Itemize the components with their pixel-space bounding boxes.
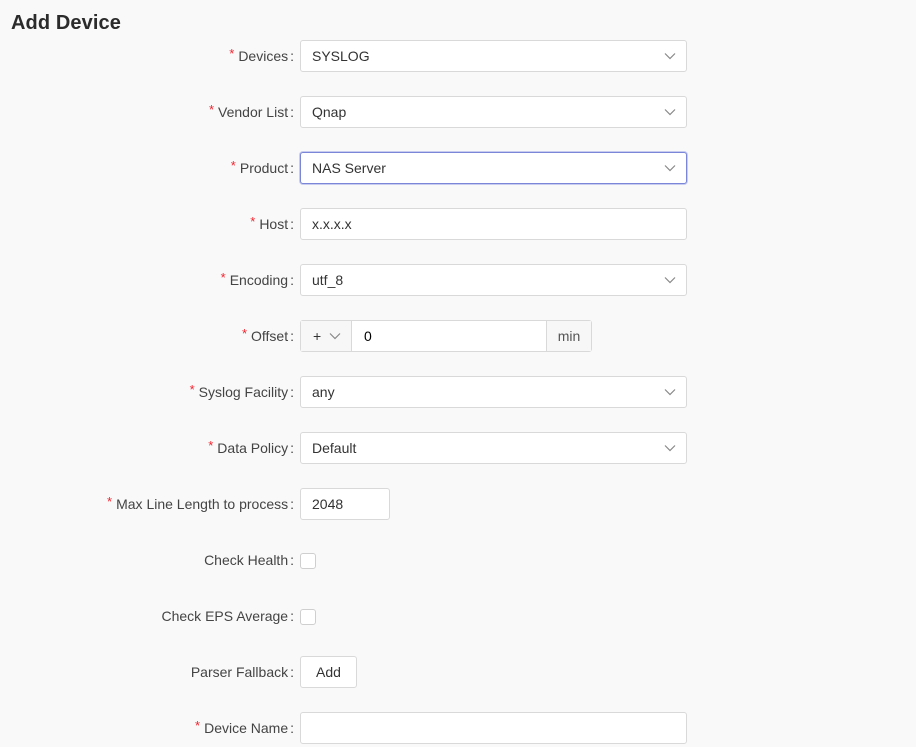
required-mark: * [230,158,236,173]
label-colon: : [290,216,294,232]
vendor-list-label: * Vendor List: [208,96,294,128]
form-row-max-line-length: * Max Line Length to process: [0,488,916,520]
check-health-label: Check Health: [204,544,294,576]
label-colon: : [290,104,294,120]
label-colon: : [290,440,294,456]
label-colon: : [290,48,294,64]
parser-fallback-add-button[interactable]: Add [300,656,357,688]
label-colon: : [290,160,294,176]
devices-select[interactable]: SYSLOG [300,40,687,72]
form-row-offset: *Offset: + min [0,320,916,352]
check-eps-average-label-text: Check EPS Average [161,608,289,624]
encoding-select[interactable]: utf_8 [300,264,687,296]
devices-label: * Devices: [229,40,294,72]
required-mark: * [208,102,215,117]
label-colon: : [290,272,294,288]
form-row-vendor-list: * Vendor List: Qnap [0,96,916,128]
required-mark: * [250,214,256,229]
required-mark: * [229,46,235,61]
required-mark: * [107,494,113,509]
chevron-down-icon [664,109,676,116]
host-label: * Host: [250,208,294,240]
max-line-length-label-text: Max Line Length to process [116,496,289,512]
required-mark: * [195,718,201,733]
host-label-text: Host [259,216,289,232]
required-mark: * [241,326,248,341]
label-colon: : [290,384,294,400]
product-select-value: NAS Server [312,160,386,176]
syslog-facility-select-value: any [312,384,335,400]
syslog-facility-select[interactable]: any [300,376,687,408]
chevron-down-icon [664,165,676,172]
product-label: * Product: [230,152,294,184]
form-row-syslog-facility: * Syslog Facility: any [0,376,916,408]
parser-fallback-label: Parser Fallback: [190,656,294,688]
syslog-facility-label-text: Syslog Facility [198,384,289,400]
label-colon: : [290,552,294,568]
vendor-list-label-text: Vendor List [218,104,289,120]
max-line-length-label: * Max Line Length to process: [107,488,294,520]
devices-select-value: SYSLOG [312,48,370,64]
required-mark: * [208,438,214,453]
offset-unit-addon: min [546,321,591,351]
data-policy-select[interactable]: Default [300,432,687,464]
check-eps-average-label: Check EPS Average: [161,600,295,632]
form-row-host: * Host: [0,208,916,240]
form-row-check-health: Check Health: [0,544,916,576]
offset-input-group: + min [300,320,592,352]
check-health-checkbox[interactable] [300,553,316,569]
offset-sign-select[interactable]: + [301,321,352,351]
syslog-facility-label: * Syslog Facility: [189,376,294,408]
device-name-label: * Device Name: [195,712,294,744]
offset-label-text: Offset [251,328,289,344]
encoding-label-text: Encoding [229,272,289,288]
chevron-down-icon [664,389,676,396]
device-name-input[interactable] [300,712,687,744]
vendor-list-select[interactable]: Qnap [300,96,687,128]
chevron-down-icon [329,333,341,340]
encoding-select-value: utf_8 [312,272,344,288]
chevron-down-icon [664,53,676,60]
check-eps-average-checkbox[interactable] [300,609,316,625]
offset-label: * Offset: [241,320,294,352]
devices-label-text: Devices [238,48,289,64]
max-line-length-input[interactable] [300,488,390,520]
form-row-parser-fallback: Parser Fallback: Add [0,656,916,688]
label-colon: : [290,496,294,512]
form-row-device-name: * Device Name: [0,712,916,744]
encoding-label: * Encoding: [220,264,294,296]
label-colon: : [290,664,294,680]
required-mark: * [189,382,195,397]
form-row-product: * Product: NAS Server [0,152,916,184]
label-colon: : [290,608,294,624]
page-title: Add Device [11,12,121,34]
data-policy-label-text: Data Policy [217,440,289,456]
required-mark: * [220,270,226,285]
label-colon: : [290,328,294,344]
chevron-down-icon [664,277,676,284]
form-row-check-eps-average: Check EPS Average: [0,600,916,632]
form-row-encoding: * Encoding: utf_8 [0,264,916,296]
parser-fallback-label-text: Parser Fallback [190,664,289,680]
offset-sign-value: + [313,328,322,344]
offset-value-input[interactable] [353,321,546,351]
vendor-list-select-value: Qnap [312,104,347,120]
host-input[interactable] [300,208,687,240]
label-colon: : [290,720,294,736]
chevron-down-icon [664,445,676,452]
check-health-label-text: Check Health [204,552,289,568]
form-row-data-policy: * Data Policy: Default [0,432,916,464]
device-name-label-text: Device Name [204,720,289,736]
product-select[interactable]: NAS Server [300,152,687,184]
data-policy-label: * Data Policy: [208,432,294,464]
data-policy-select-value: Default [312,440,357,456]
form-row-devices: * Devices: SYSLOG [0,40,916,72]
product-label-text: Product [239,160,289,176]
